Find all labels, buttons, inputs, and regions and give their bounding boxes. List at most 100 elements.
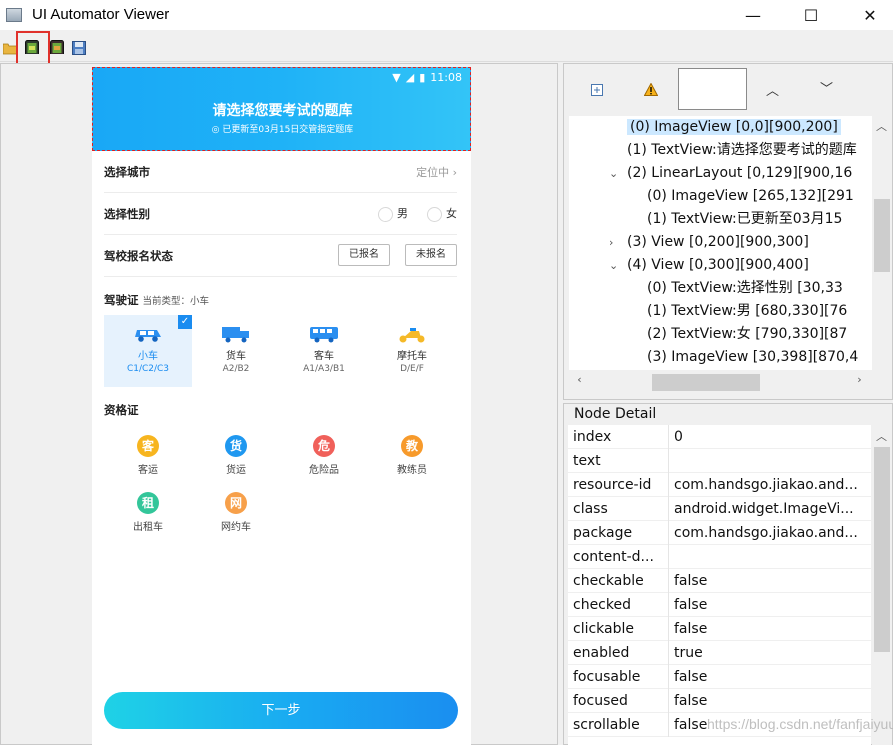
detail-row[interactable]: index 0: [568, 425, 871, 449]
qualification-item[interactable]: 租出租车: [104, 492, 192, 533]
qualification-item[interactable]: 危危险品: [280, 435, 368, 476]
license-item[interactable]: 摩托车 D/E/F: [368, 315, 456, 387]
tree-node[interactable]: (0) ImageView [0,0][900,200]: [627, 116, 841, 139]
detail-value[interactable]: com.handsgo.jiakao.and...: [674, 473, 869, 497]
tree-node-label[interactable]: (0) TextView:选择性别 [30,33: [647, 280, 843, 296]
open-icon[interactable]: [3, 42, 17, 56]
qualification-item-name: 危险品: [309, 465, 339, 476]
tree-node[interactable]: (3) ImageView [30,398][870,4: [647, 346, 858, 369]
detail-row[interactable]: resource-id com.handsgo.jiakao.and...: [568, 473, 871, 497]
qualification-item[interactable]: 客客运: [104, 435, 192, 476]
qualification-badge-icon: 危: [313, 435, 335, 457]
license-item[interactable]: 货车 A2/B2: [192, 315, 280, 387]
tree-expanded-icon[interactable]: ⌄: [609, 254, 621, 277]
detail-key: checkable: [573, 573, 644, 589]
tree-node[interactable]: (0) ImageView [265,132][291: [647, 185, 854, 208]
scroll-left-icon[interactable]: ‹: [571, 373, 588, 386]
detail-value[interactable]: true: [674, 641, 869, 665]
detail-row[interactable]: text: [568, 449, 871, 473]
detail-row[interactable]: focusable false: [568, 665, 871, 689]
tree-node-label[interactable]: (2) TextView:女 [790,330][87: [647, 326, 847, 342]
detail-row[interactable]: enabled true: [568, 641, 871, 665]
detail-key: scrollable: [573, 717, 640, 733]
detail-row[interactable]: class android.widget.ImageVi...: [568, 497, 871, 521]
minimize-button[interactable]: —: [730, 0, 776, 30]
tree-node[interactable]: (0) TextView:选择性别 [30,33: [647, 277, 843, 300]
tree-node[interactable]: ⌄ (2) LinearLayout [0,129][900,16: [609, 162, 852, 185]
city-value[interactable]: 定位中 ›: [416, 164, 457, 180]
detail-value[interactable]: com.handsgo.jiakao.and...: [674, 521, 869, 545]
bus-icon: [310, 327, 338, 343]
city-row[interactable]: 选择城市 定位中 ›: [104, 151, 457, 193]
detail-key: clickable: [573, 621, 635, 637]
detail-scroll-up-icon[interactable]: ︿: [873, 428, 890, 444]
warning-icon[interactable]: [644, 83, 658, 96]
not-registered-button[interactable]: 未报名: [405, 244, 457, 266]
detail-scroll-thumb[interactable]: [874, 447, 890, 652]
tree-node[interactable]: (1) TextView:已更新至03月15: [647, 208, 842, 231]
tree-hscroll-thumb[interactable]: [652, 374, 760, 391]
tree-node[interactable]: (2) TextView:女 [790,330][87: [647, 323, 847, 346]
tree-node-label[interactable]: (3) ImageView [30,398][870,4: [647, 349, 858, 365]
hierarchy-tree[interactable]: (0) ImageView [0,0][900,200] (1) TextView…: [569, 116, 872, 370]
detail-value[interactable]: false: [674, 569, 869, 593]
next-node-button[interactable]: ﹀: [820, 78, 833, 97]
detail-value[interactable]: false: [674, 617, 869, 641]
tree-node-label[interactable]: (4) View [0,300][900,400]: [627, 257, 809, 273]
male-label[interactable]: 男: [397, 207, 408, 220]
tree-node-label[interactable]: (1) TextView:男 [680,330][76: [647, 303, 847, 319]
license-item[interactable]: 小车 C1/C2/C3 ✓: [104, 315, 192, 387]
female-label[interactable]: 女: [446, 207, 457, 220]
detail-value[interactable]: android.widget.ImageVi...: [674, 497, 869, 521]
detail-row[interactable]: checkable false: [568, 569, 871, 593]
scroll-right-icon[interactable]: ›: [851, 373, 868, 386]
header-banner[interactable]: ▼ ◢ ▮ 11:08 请选择您要考试的题库 ◎ 已更新至03月15日交管指定题…: [92, 67, 471, 151]
tree-expanded-icon[interactable]: ⌄: [609, 162, 621, 185]
tree-node-label[interactable]: (3) View [0,200][900,300]: [627, 234, 809, 250]
detail-value[interactable]: false: [674, 665, 869, 689]
detail-value[interactable]: false: [674, 593, 869, 617]
close-button[interactable]: ✕: [847, 0, 893, 30]
qualification-item[interactable]: 货货运: [192, 435, 280, 476]
tree-node[interactable]: › (3) View [0,200][900,300]: [609, 231, 809, 254]
qualification-item[interactable]: 教教练员: [368, 435, 456, 476]
search-field[interactable]: [678, 68, 747, 110]
tree-scroll-thumb[interactable]: [874, 199, 890, 272]
column-divider: [668, 425, 669, 449]
previous-node-button[interactable]: ︿: [766, 80, 779, 99]
maximize-button[interactable]: ☐: [788, 0, 834, 30]
license-item[interactable]: 客车 A1/A3/B1: [280, 315, 368, 387]
tree-horizontal-scrollbar[interactable]: ‹ ›: [569, 370, 872, 394]
detail-row[interactable]: package com.handsgo.jiakao.and...: [568, 521, 871, 545]
device-screenshot-compressed-icon[interactable]: [50, 40, 64, 54]
tree-node-label[interactable]: (0) ImageView [265,132][291: [647, 188, 854, 204]
save-icon[interactable]: [72, 41, 86, 55]
next-button[interactable]: 下一步: [104, 692, 458, 729]
tree-node-label[interactable]: (1) TextView:已更新至03月15: [647, 211, 842, 227]
detail-row[interactable]: checked false: [568, 593, 871, 617]
detail-row[interactable]: clickable false: [568, 617, 871, 641]
tree-vertical-scrollbar[interactable]: ︿: [872, 116, 892, 370]
device-screen[interactable]: ▼ ◢ ▮ 11:08 请选择您要考试的题库 ◎ 已更新至03月15日交管指定题…: [92, 67, 471, 745]
tree-node[interactable]: (1) TextView:请选择您要考试的题库: [627, 139, 857, 162]
expand-all-icon[interactable]: [591, 84, 603, 96]
male-radio[interactable]: [378, 206, 393, 222]
female-radio[interactable]: [427, 206, 442, 222]
qualification-badge-icon: 教: [401, 435, 423, 457]
detail-value[interactable]: 0: [674, 425, 869, 449]
tree-node-label[interactable]: (1) TextView:请选择您要考试的题库: [627, 142, 857, 158]
detail-value[interactable]: false: [674, 689, 869, 713]
detail-row[interactable]: focused false: [568, 689, 871, 713]
tree-node-label[interactable]: (0) ImageView [0,0][900,200]: [627, 119, 841, 135]
tree-collapsed-icon[interactable]: ›: [609, 231, 621, 254]
node-detail-title: Node Detail: [572, 406, 659, 422]
detail-vertical-scrollbar[interactable]: ︿: [872, 425, 892, 745]
tree-node[interactable]: (1) TextView:男 [680,330][76: [647, 300, 847, 323]
tree-node-label[interactable]: (2) LinearLayout [0,129][900,16: [627, 165, 852, 181]
scroll-up-icon[interactable]: ︿: [873, 118, 890, 134]
node-detail-table[interactable]: index 0 text resource-id com.handsgo.jiakao.…: [568, 425, 871, 745]
registered-button[interactable]: 已报名: [338, 244, 390, 266]
tree-node[interactable]: ⌄ (4) View [0,300][900,400]: [609, 254, 809, 277]
qualification-item[interactable]: 网网约车: [192, 492, 280, 533]
detail-row[interactable]: content-d...: [568, 545, 871, 569]
